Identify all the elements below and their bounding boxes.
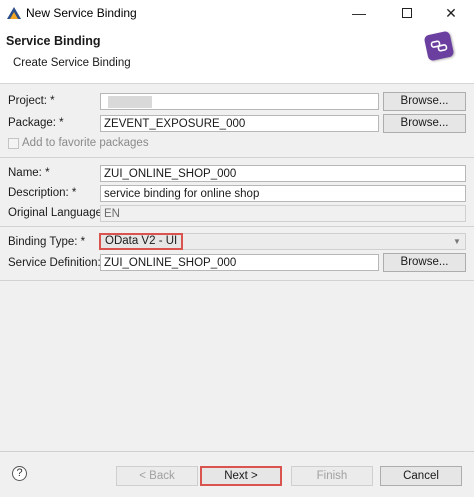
wizard-header: Service Binding Create Service Binding xyxy=(0,26,474,84)
project-field[interactable] xyxy=(100,93,379,110)
name-field[interactable]: ZUI_ONLINE_SHOP_000 xyxy=(100,165,466,182)
title-bar: New Service Binding — ✕ xyxy=(0,0,474,26)
help-icon[interactable]: ? xyxy=(12,466,27,481)
description-field[interactable]: service binding for online shop xyxy=(100,185,466,202)
binding-type-label: Binding Type: * xyxy=(8,236,86,248)
wizard-title: Service Binding xyxy=(6,34,101,48)
service-binding-icon xyxy=(423,30,455,62)
original-language-field: EN xyxy=(100,205,466,222)
chevron-down-icon[interactable]: ▼ xyxy=(451,235,463,248)
service-definition-label: Service Definition: * xyxy=(8,257,109,269)
binding-type-select[interactable]: OData V2 - UI ▼ xyxy=(99,233,466,250)
separator xyxy=(0,226,474,227)
maximize-icon xyxy=(402,8,412,18)
window-title: New Service Binding xyxy=(26,6,137,20)
redacted-project xyxy=(108,95,152,108)
package-browse-button[interactable]: Browse... xyxy=(383,114,466,133)
back-button[interactable]: < Back xyxy=(116,466,198,486)
separator xyxy=(0,157,474,158)
package-label: Package: * xyxy=(8,117,64,129)
project-label: Project: * xyxy=(8,95,55,107)
minimize-button[interactable]: — xyxy=(336,0,382,26)
finish-button[interactable]: Finish xyxy=(291,466,373,486)
favorite-packages-checkbox[interactable] xyxy=(8,138,19,149)
cancel-button[interactable]: Cancel xyxy=(380,466,462,486)
wizard-subtitle: Create Service Binding xyxy=(13,57,131,69)
original-language-label: Original Language: xyxy=(8,207,106,219)
maximize-button[interactable] xyxy=(384,0,430,26)
binding-type-value: OData V2 - UI xyxy=(99,233,184,250)
project-browse-button[interactable]: Browse... xyxy=(383,92,466,111)
service-definition-browse-button[interactable]: Browse... xyxy=(383,253,466,272)
footer-separator xyxy=(0,451,474,452)
next-button[interactable]: Next > xyxy=(200,466,282,486)
separator xyxy=(0,280,474,281)
service-definition-field[interactable]: ZUI_ONLINE_SHOP_000 xyxy=(100,254,379,271)
favorite-packages-label: Add to favorite packages xyxy=(22,137,149,149)
description-label: Description: * xyxy=(8,187,77,199)
close-button[interactable]: ✕ xyxy=(428,0,474,26)
eclipse-app-icon xyxy=(6,5,22,21)
package-field[interactable]: ZEVENT_EXPOSURE_000 xyxy=(100,115,379,132)
name-label: Name: * xyxy=(8,167,50,179)
